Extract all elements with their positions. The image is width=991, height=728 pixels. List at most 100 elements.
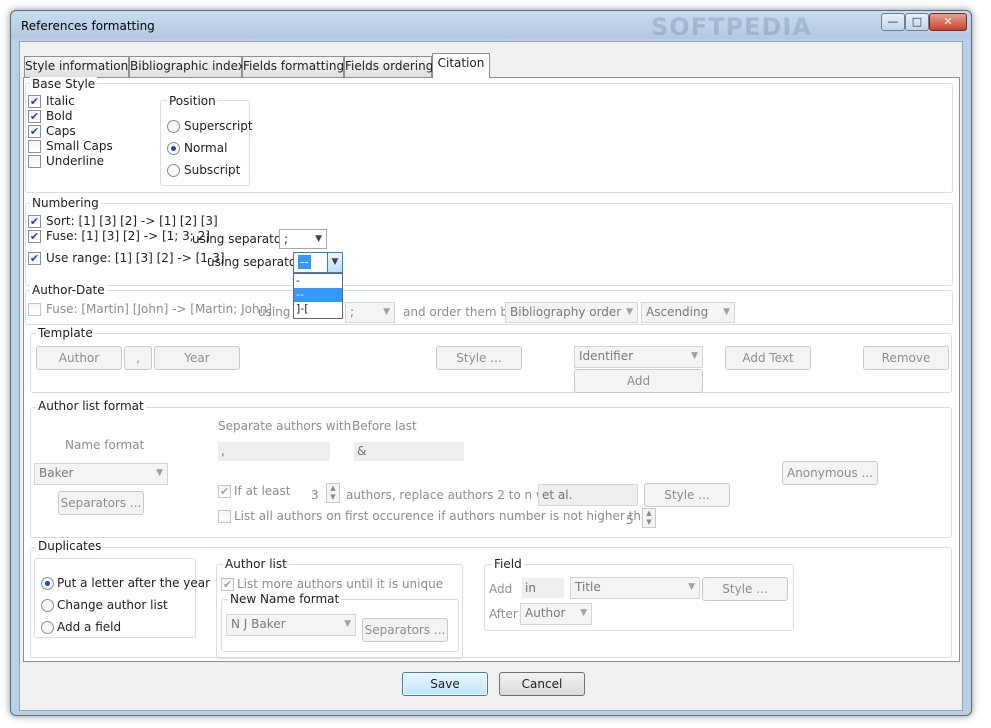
subscript-radio[interactable] [167, 164, 180, 177]
order-by-dropdown[interactable]: Bibliography order ▼ [505, 302, 638, 323]
list-more-authors-label: List more authors until it is unique [237, 577, 444, 591]
option-bracket-dash[interactable]: ]-[ [294, 302, 342, 316]
use-range-label: Use range: [1] [3] [2] -> [1-3] [46, 251, 225, 265]
normal-label: Normal [184, 141, 228, 155]
fuse-separator-value: ; [284, 232, 289, 246]
author-button[interactable]: Author [36, 346, 122, 370]
author-date-fuse-label: Fuse: [Martin] [John] -> [Martin; John] [46, 302, 272, 316]
tab-citation[interactable]: Citation [432, 53, 490, 78]
sort-checkbox[interactable]: ✔ [28, 215, 41, 228]
dialog-window: References formatting SOFTPEDIA — □ ✕ St… [10, 10, 972, 716]
after-value: Author [525, 606, 566, 620]
add-button[interactable]: Add [574, 369, 703, 393]
subscript-label: Subscript [184, 163, 241, 177]
before-last-field[interactable]: & [354, 442, 464, 461]
author-list-format-legend: Author list format [36, 399, 146, 413]
underline-label: Underline [46, 154, 104, 168]
name-format-dropdown[interactable]: Baker ▼ [34, 463, 168, 485]
numbering-legend: Numbering [30, 196, 101, 210]
author-date-legend: Author-Date [30, 283, 107, 297]
order-by-value: Bibliography order [510, 305, 622, 319]
add-field-label: Add a field [57, 620, 122, 634]
template-style-button[interactable]: Style ... [436, 346, 522, 370]
comma-button[interactable]: , [124, 346, 152, 370]
list-all-count-value[interactable]: 5 [626, 513, 634, 527]
dialog-client: Style informations Bibliographic index F… [19, 41, 963, 711]
letter-after-year-radio[interactable] [41, 577, 54, 590]
list-all-authors-checkbox[interactable] [218, 510, 231, 523]
add-field-radio[interactable] [41, 621, 54, 634]
et-al-style-button[interactable]: Style ... [644, 483, 730, 507]
year-button[interactable]: Year [154, 346, 240, 370]
dup-author-list-legend: Author list [223, 557, 289, 571]
minimize-icon[interactable]: — [881, 13, 905, 31]
add-text-button[interactable]: Add Text [725, 346, 811, 370]
caps-label: Caps [46, 124, 76, 138]
title-dropdown[interactable]: Title ▼ [570, 577, 700, 599]
range-separator-value: -- [298, 255, 311, 269]
author-date-separator-dropdown[interactable]: ; ▼ [345, 302, 395, 323]
save-button[interactable]: Save [402, 672, 488, 696]
close-icon[interactable]: ✕ [929, 13, 967, 31]
tab-style-informations[interactable]: Style informations [24, 56, 134, 77]
replace-authors-label: authors, replace authors 2 to n with [346, 488, 562, 502]
option-double-dash[interactable]: -- [294, 288, 342, 302]
author-date-fuse-checkbox[interactable] [28, 303, 41, 316]
tab-fields-formatting[interactable]: Fields formatting [242, 56, 344, 77]
author-count-spinner[interactable]: ▲ ▼ [326, 483, 340, 503]
sort-direction-dropdown[interactable]: Ascending ▼ [641, 302, 735, 323]
if-at-least-label: If at least [234, 484, 291, 498]
chevron-down-icon: ▼ [383, 307, 390, 317]
superscript-label: Superscript [184, 119, 253, 133]
caps-checkbox[interactable]: ✔ [28, 125, 41, 138]
dup-separators-button[interactable]: Separators ... [362, 618, 448, 642]
underline-checkbox[interactable] [28, 155, 41, 168]
citation-panel: Base Style ✔ Italic ✔ Bold ✔ Caps Small … [23, 77, 960, 662]
before-last-label: Before last [352, 419, 417, 433]
cancel-button[interactable]: Cancel [499, 672, 585, 696]
if-at-least-checkbox[interactable]: ✔ [218, 485, 231, 498]
chevron-down-icon: ▼ [344, 619, 351, 629]
range-separator-label: using separator [207, 255, 302, 269]
normal-radio[interactable] [167, 142, 180, 155]
option-dash[interactable]: - [294, 274, 342, 288]
bold-checkbox[interactable]: ✔ [28, 110, 41, 123]
tab-bibliographic-index[interactable]: Bibliographic index [129, 56, 245, 77]
italic-checkbox[interactable]: ✔ [28, 95, 41, 108]
title-value: Title [575, 580, 601, 594]
change-author-list-label: Change author list [57, 598, 168, 612]
list-all-count-spinner[interactable]: ▲ ▼ [642, 508, 656, 528]
list-more-authors-checkbox[interactable]: ✔ [221, 578, 234, 591]
fuse-separator-dropdown[interactable]: ; ▼ [279, 229, 327, 249]
remove-button[interactable]: Remove [863, 346, 949, 370]
range-separator-dropdown[interactable]: -- ▼ [293, 252, 343, 273]
fuse-checkbox[interactable]: ✔ [28, 230, 41, 243]
bold-label: Bold [46, 109, 73, 123]
dup-name-format-dropdown[interactable]: N J Baker ▼ [226, 614, 356, 636]
superscript-radio[interactable] [167, 120, 180, 133]
separate-authors-field[interactable]: , [218, 442, 330, 461]
small-caps-checkbox[interactable] [28, 140, 41, 153]
list-all-authors-label: List all authors on first occurence if a… [234, 509, 656, 523]
title-bar[interactable]: References formatting SOFTPEDIA — □ ✕ [11, 11, 971, 41]
dup-name-format-value: N J Baker [231, 617, 286, 631]
window-title: References formatting [21, 19, 155, 33]
identifier-dropdown[interactable]: Identifier ▼ [574, 346, 703, 368]
change-author-list-radio[interactable] [41, 599, 54, 612]
after-label: After [489, 607, 518, 621]
fuse-label: Fuse: [1] [3] [2] -> [1; 3; 2] [46, 229, 210, 243]
anonymous-button[interactable]: Anonymous ... [782, 461, 878, 485]
separators-button[interactable]: Separators ... [58, 491, 144, 515]
chevron-down-icon: ▼ [626, 307, 633, 317]
dup-field-style-button[interactable]: Style ... [702, 577, 788, 601]
in-field[interactable]: in [522, 578, 564, 598]
tab-fields-ordering[interactable]: Fields ordering [344, 56, 433, 77]
author-count-value[interactable]: 3 [311, 488, 319, 502]
use-range-checkbox[interactable]: ✔ [28, 252, 41, 265]
small-caps-label: Small Caps [46, 139, 113, 153]
after-dropdown[interactable]: Author ▼ [520, 603, 592, 625]
et-al-field[interactable]: et al. [538, 484, 638, 506]
maximize-icon[interactable]: □ [905, 13, 929, 31]
identifier-value: Identifier [579, 349, 634, 363]
order-by-label: and order them by [403, 305, 516, 319]
